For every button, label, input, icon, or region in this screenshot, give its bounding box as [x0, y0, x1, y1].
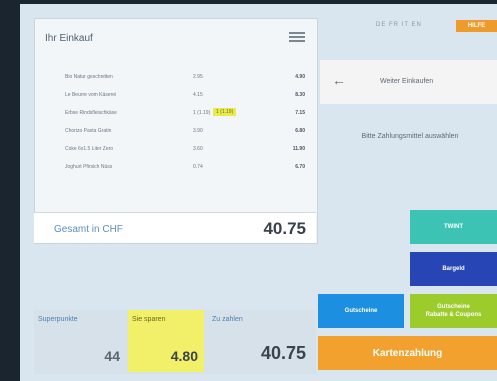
- continue-shopping-label: Weiter Einkaufen: [380, 78, 434, 85]
- cart-item-name: Chorizo Pasta Gratin: [65, 128, 112, 134]
- card-payment-button[interactable]: Kartenzahlung: [318, 336, 497, 370]
- cart-item-price: 8.30: [295, 92, 305, 98]
- superpunkte-label: Superpunkte: [38, 316, 78, 323]
- cart-list: Bio Natur geschnitten 2.95 4.90 Le Beurr…: [35, 69, 317, 177]
- cart-item-price: 6.80: [295, 128, 305, 134]
- cart-item-name: Bio Natur geschnitten: [65, 74, 113, 80]
- cash-button[interactable]: Bargeld: [410, 252, 497, 286]
- to-pay-value: 40.75: [260, 343, 306, 363]
- discount-voucher-label-2: Rabatte & Coupons: [425, 312, 482, 318]
- cart-title: Ihr Einkauf: [45, 33, 93, 44]
- cart-item[interactable]: Le Beurre vom Käserei 4.15 8.30: [35, 87, 317, 105]
- cart-item-price: 6.70: [295, 164, 305, 170]
- cart-item-qty: 4.15: [193, 92, 203, 98]
- twint-button[interactable]: TWINT: [410, 210, 497, 244]
- cart-item-price: 7.15: [295, 110, 305, 116]
- cart-item[interactable]: Joghurt Pfirsich Nüss 0.74 6.70: [35, 159, 317, 177]
- discount-voucher-label-1: Gutscheine: [437, 304, 470, 310]
- to-pay-label: Zu zahlen: [212, 316, 243, 323]
- savings-label: Sie sparen: [132, 316, 166, 323]
- payment-instruction: Bitte Zahlungsmittel auswählen: [361, 133, 459, 140]
- cart-item-name: Erbse Rindsfleischkäse: [65, 110, 117, 116]
- total-label: Gesamt in CHF: [54, 224, 123, 235]
- cart-item-name: Le Beurre vom Käserei: [65, 92, 117, 98]
- cart-item[interactable]: Coke 6x1.5 Liter Zero 3.60 11.90: [35, 141, 317, 159]
- kiosk-screen: Ihr Einkauf Bio Natur geschnitten 2.95 4…: [20, 4, 497, 381]
- language-selector[interactable]: DE FR IT EN: [376, 22, 422, 28]
- cart-item-name: Coke 6x1.5 Liter Zero: [65, 146, 114, 152]
- savings-value: 4.80: [170, 348, 198, 364]
- cart-item[interactable]: Bio Natur geschnitten 2.95 4.90: [35, 69, 317, 87]
- cart-item-qty: 3.60: [193, 146, 203, 152]
- cart-item-discount-badge: 1 (1.19): [213, 108, 237, 116]
- arrow-left-icon: ←: [332, 72, 346, 88]
- cart-item-qty: 2.95: [193, 74, 203, 80]
- menu-icon[interactable]: [289, 32, 305, 42]
- cart-item[interactable]: Chorizo Pasta Gratin 3.90 6.80: [35, 123, 317, 141]
- cart-item-qty: 1 (1.19): [193, 110, 211, 116]
- voucher-button[interactable]: Gutscheine: [318, 294, 404, 328]
- cart-total-bar: Gesamt in CHF 40.75: [34, 212, 316, 243]
- payment-summary: Superpunkte 44 Sie sparen 4.80 Zu zahlen…: [34, 310, 316, 374]
- help-button[interactable]: HILFE: [456, 20, 497, 32]
- savings-cell: Sie sparen 4.80: [128, 310, 204, 372]
- cart-item-qty: 0.74: [193, 164, 203, 170]
- to-pay-cell: Zu zahlen 40.75: [208, 310, 316, 372]
- total-value: 40.75: [263, 219, 306, 238]
- cart-item-name: Joghurt Pfirsich Nüss: [65, 164, 113, 170]
- cart-item-qty: 3.90: [193, 128, 203, 134]
- superpunkte-cell: Superpunkte 44: [34, 310, 126, 372]
- superpunkte-value: 44: [104, 348, 120, 364]
- discount-voucher-button[interactable]: Gutscheine Rabatte & Coupons: [410, 294, 497, 328]
- cart-panel: Ihr Einkauf Bio Natur geschnitten 2.95 4…: [34, 18, 318, 244]
- cart-item-price: 4.90: [295, 74, 305, 80]
- cart-item-price: 11.90: [292, 146, 305, 152]
- cart-item[interactable]: Erbse Rindsfleischkäse 1 (1.19) 1 (1.19)…: [35, 105, 317, 123]
- continue-shopping-button[interactable]: ← Weiter Einkaufen: [320, 60, 497, 104]
